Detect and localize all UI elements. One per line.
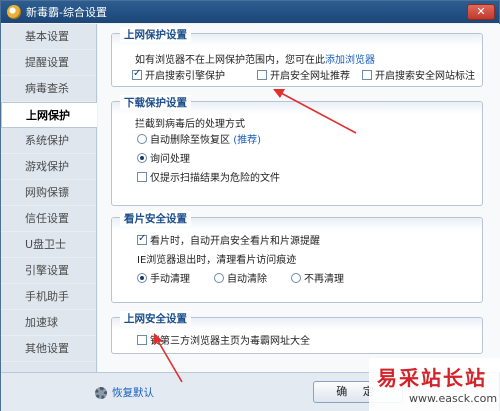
gear-icon (95, 386, 107, 399)
settings-content: 上网保护设置 如有浏览器不在上网保护范围内，您可在此添加浏览器 开启搜索引擎保护… (98, 24, 500, 372)
restore-defaults-link[interactable]: 恢复默认 (95, 385, 154, 400)
ask-option[interactable]: 询问处理 (137, 150, 190, 165)
auto-safe-video-label: 看片时，自动开启安全看片和片源提醒 (150, 236, 320, 247)
search-engine-protection-checkbox[interactable] (132, 68, 142, 80)
watermark-text: 易采站长站 (377, 366, 487, 390)
safe-url-label: 开启安全网址推荐 (270, 71, 350, 82)
sidebar-item-basic[interactable]: 基本设置 (1, 24, 96, 50)
sidebar-item-phone-assistant[interactable]: 手机助手 (1, 284, 96, 310)
web-protection-group: 上网保护设置 如有浏览器不在上网保护范围内，您可在此添加浏览器 开启搜索引擎保护… (111, 27, 483, 87)
no-clear-label: 不再清理 (304, 274, 344, 285)
sidebar-item-trust[interactable]: 信任设置 (1, 206, 96, 232)
only-danger-checkbox[interactable] (137, 172, 147, 182)
auto-safe-video-option[interactable]: 看片时，自动开启安全看片和片源提醒 (137, 232, 320, 247)
auto-delete-label: 自动删除至恢复区 (150, 135, 230, 146)
add-browser-link[interactable]: 添加浏览器 (325, 55, 375, 66)
safe-site-mark-option[interactable]: 开启搜索安全网站标注 (362, 67, 475, 82)
download-protection-title: 下载保护设置 (120, 95, 191, 110)
ask-label: 询问处理 (150, 154, 190, 165)
auto-clear-label: 自动清除 (227, 274, 267, 285)
auto-safe-video-checkbox[interactable] (137, 233, 147, 245)
lock-homepage-checkbox[interactable] (137, 335, 147, 345)
no-clear-radio[interactable] (291, 273, 301, 283)
web-security-group: 上网安全设置 锁第三方浏览器主页为毒霸网址大全 (111, 311, 483, 354)
video-security-title: 看片安全设置 (120, 211, 191, 226)
app-logo-icon (7, 5, 21, 19)
window-title: 新毒霸-综合设置 (26, 6, 107, 19)
safe-url-checkbox[interactable] (257, 70, 267, 80)
only-danger-option[interactable]: 仅提示扫描结果为危险的文件 (137, 169, 280, 184)
auto-delete-radio[interactable] (137, 134, 147, 144)
manual-clear-radio[interactable] (137, 273, 147, 283)
video-security-group: 看片安全设置 看片时，自动开启安全看片和片源提醒 IE浏览器退出时，清理看片访问… (111, 211, 483, 303)
watermark: 易采站长站 www.easck.com (369, 358, 500, 411)
sidebar-item-web-protection[interactable]: 上网保护 (1, 102, 97, 128)
safe-site-mark-checkbox[interactable] (362, 70, 372, 80)
no-clear-option[interactable]: 不再清理 (291, 270, 344, 285)
auto-clear-radio[interactable] (214, 273, 224, 283)
lock-homepage-label: 锁第三方浏览器主页为毒霸网址大全 (150, 336, 310, 347)
web-protection-desc-line: 如有浏览器不在上网保护范围内，您可在此添加浏览器 (135, 51, 375, 66)
download-protection-desc: 拦截到病毒后的处理方式 (135, 119, 245, 130)
sidebar-item-reminder[interactable]: 提醒设置 (1, 50, 96, 76)
manual-clear-label: 手动清理 (150, 274, 190, 285)
sidebar-item-usb-guard[interactable]: U盘卫士 (1, 232, 96, 258)
recommended-hint: (推荐) (233, 135, 261, 146)
safe-url-option[interactable]: 开启安全网址推荐 (257, 67, 350, 82)
sidebar: 基本设置 提醒设置 病毒查杀 上网保护 系统保护 游戏保护 网购保镖 信任设置 … (1, 24, 97, 372)
sidebar-item-shopping-guard[interactable]: 网购保镖 (1, 180, 96, 206)
sidebar-item-other[interactable]: 其他设置 (1, 336, 96, 362)
auto-delete-option[interactable]: 自动删除至恢复区 (推荐) (137, 131, 261, 146)
ask-radio[interactable] (137, 153, 147, 163)
search-engine-protection-label: 开启搜索引擎保护 (145, 71, 225, 82)
sidebar-item-engine[interactable]: 引擎设置 (1, 258, 96, 284)
sidebar-item-virus-scan[interactable]: 病毒查杀 (1, 76, 96, 102)
manual-clear-option[interactable]: 手动清理 (137, 270, 190, 285)
auto-clear-option[interactable]: 自动清除 (214, 270, 267, 285)
title-bar[interactable]: 新毒霸-综合设置 ✕ (1, 1, 499, 23)
sidebar-item-system-protection[interactable]: 系统保护 (1, 128, 96, 154)
close-button[interactable]: ✕ (467, 4, 495, 20)
search-engine-protection-option[interactable]: 开启搜索引擎保护 (132, 67, 225, 82)
web-protection-title: 上网保护设置 (120, 27, 191, 42)
lock-homepage-option[interactable]: 锁第三方浏览器主页为毒霸网址大全 (137, 332, 310, 347)
only-danger-label: 仅提示扫描结果为危险的文件 (150, 173, 280, 184)
settings-window: 新毒霸-综合设置 ✕ 基本设置 提醒设置 病毒查杀 上网保护 系统保护 游戏保护… (0, 0, 500, 411)
sidebar-item-speed-ball[interactable]: 加速球 (1, 310, 96, 336)
ie-clear-desc: IE浏览器退出时，清理看片访问痕迹 (137, 255, 297, 266)
web-protection-desc: 如有浏览器不在上网保护范围内，您可在此 (135, 55, 325, 66)
restore-defaults-label: 恢复默认 (112, 387, 154, 399)
watermark-url: www.easck.com (409, 392, 498, 405)
download-protection-group: 下载保护设置 拦截到病毒后的处理方式 自动删除至恢复区 (推荐) 询问处理 仅提… (111, 95, 483, 206)
safe-site-mark-label: 开启搜索安全网站标注 (375, 71, 475, 82)
web-security-title: 上网安全设置 (120, 311, 191, 326)
sidebar-item-game-protection[interactable]: 游戏保护 (1, 154, 96, 180)
